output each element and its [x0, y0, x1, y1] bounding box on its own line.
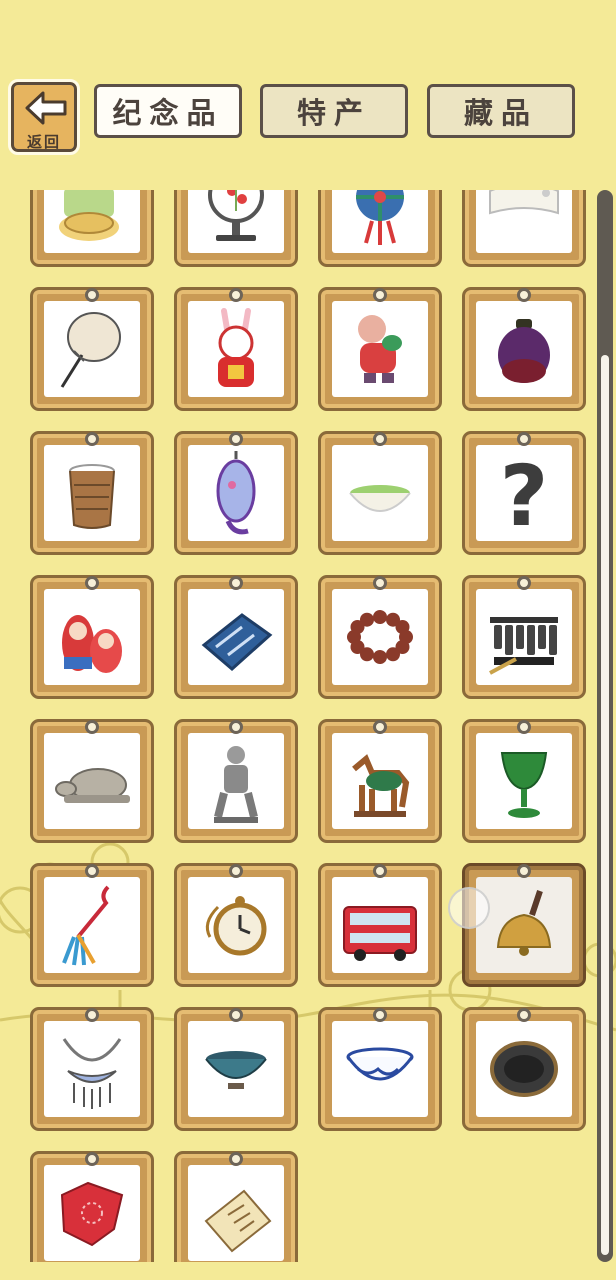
- bamboo-cup-icon: [69, 464, 115, 529]
- item-card[interactable]: [462, 190, 586, 267]
- hanging-ring-icon: [229, 720, 243, 734]
- palm-fan-icon: [60, 312, 121, 388]
- item-card[interactable]: [174, 287, 298, 411]
- tab-souvenirs[interactable]: 纪念品: [94, 84, 242, 138]
- hanging-ring-icon: [229, 432, 243, 446]
- item-card[interactable]: [318, 863, 442, 987]
- item-card[interactable]: [30, 863, 154, 987]
- scrollbar[interactable]: [597, 190, 613, 1262]
- hanging-ring-icon: [85, 1008, 99, 1022]
- hanging-ring-icon: [373, 432, 387, 446]
- pocket-watch-icon: [205, 896, 267, 956]
- red-handkerchief-icon: [60, 1181, 124, 1247]
- item-card[interactable]: [318, 287, 442, 411]
- hanging-ring-icon: [229, 1008, 243, 1022]
- hanging-ring-icon: [517, 864, 531, 878]
- prayer-beads-icon: [347, 610, 413, 664]
- folded-cloth-icon: [489, 190, 559, 215]
- matcha-bowl-icon: [349, 485, 411, 512]
- tab-specialties[interactable]: 特产: [260, 84, 408, 138]
- item-card[interactable]: [30, 1151, 154, 1262]
- item-card[interactable]: [462, 287, 586, 411]
- double-decker-bus-icon: [343, 906, 417, 961]
- item-card[interactable]: [174, 431, 298, 555]
- hanging-ring-icon: [373, 288, 387, 302]
- hanging-ring-icon: [229, 288, 243, 302]
- item-card[interactable]: [318, 575, 442, 699]
- item-card[interactable]: [30, 287, 154, 411]
- letter-document-icon: [204, 1189, 272, 1253]
- hanging-ring-icon: [517, 1008, 531, 1022]
- silver-necklace-icon: [62, 1038, 122, 1109]
- item-card[interactable]: [30, 575, 154, 699]
- tang-horse-icon: [352, 754, 410, 817]
- matryoshka-dolls-icon: [62, 615, 122, 673]
- item-card[interactable]: [174, 863, 298, 987]
- item-card[interactable]: [30, 1007, 154, 1131]
- item-card[interactable]: [174, 1151, 298, 1262]
- item-card[interactable]: [462, 575, 586, 699]
- hanging-ring-icon: [373, 864, 387, 878]
- hanging-ring-icon: [229, 864, 243, 878]
- hanging-ring-icon: [517, 576, 531, 590]
- item-grid[interactable]: ?: [0, 190, 596, 1262]
- scrollbar-thumb[interactable]: [601, 355, 609, 1255]
- hydrangea-ball-icon: [356, 190, 404, 245]
- hanging-ring-icon: [85, 720, 99, 734]
- chime-bells-icon: [489, 617, 558, 675]
- bronze-bell-icon: [496, 890, 552, 956]
- blue-cloth-icon: [201, 613, 273, 671]
- hanging-ring-icon: [517, 288, 531, 302]
- tea-bowl-icon: [205, 1051, 267, 1089]
- mooncake-icon: [59, 190, 119, 241]
- item-card[interactable]: [462, 719, 586, 843]
- ink-stone-icon: [490, 1041, 558, 1097]
- porcelain-jar-icon: [498, 319, 550, 383]
- tassel-knot-icon: [62, 885, 110, 966]
- hanging-ring-icon: [229, 576, 243, 590]
- hanging-ring-icon: [85, 1152, 99, 1166]
- item-card[interactable]: [30, 431, 154, 555]
- item-card[interactable]: [318, 1007, 442, 1131]
- touch-indicator: [448, 887, 490, 929]
- cloisonne-vase-icon: [216, 451, 256, 535]
- item-card[interactable]: [30, 719, 154, 843]
- item-card[interactable]: [318, 190, 442, 267]
- embroidery-screen-icon: [208, 190, 264, 241]
- item-card[interactable]: [318, 719, 442, 843]
- terracotta-warrior-icon: [214, 746, 258, 823]
- item-card[interactable]: [174, 190, 298, 267]
- rabbit-god-figure-icon: [218, 308, 254, 387]
- question-mark-icon: ?: [500, 447, 549, 541]
- blue-white-bowl-icon: [346, 1047, 414, 1081]
- hanging-ring-icon: [373, 576, 387, 590]
- back-button[interactable]: 返回: [8, 79, 80, 155]
- hanging-ring-icon: [517, 432, 531, 446]
- stone-turtle-icon: [55, 768, 130, 803]
- jade-cup-icon: [500, 752, 548, 818]
- hanging-ring-icon: [373, 1008, 387, 1022]
- hanging-ring-icon: [373, 720, 387, 734]
- item-card[interactable]: [30, 190, 154, 267]
- item-card[interactable]: [174, 575, 298, 699]
- back-label: 返回: [26, 133, 61, 151]
- clay-doll-figure-icon: [358, 315, 402, 383]
- item-card[interactable]: [462, 1007, 586, 1131]
- tab-collectibles[interactable]: 藏品: [427, 84, 575, 138]
- hanging-ring-icon: [229, 1152, 243, 1166]
- item-card[interactable]: [318, 431, 442, 555]
- item-card[interactable]: [174, 719, 298, 843]
- item-card[interactable]: ?: [462, 431, 586, 555]
- hanging-ring-icon: [85, 864, 99, 878]
- svg-text:?: ?: [500, 447, 549, 541]
- hanging-ring-icon: [85, 576, 99, 590]
- back-arrow-icon: [25, 91, 67, 125]
- item-card[interactable]: [174, 1007, 298, 1131]
- hanging-ring-icon: [517, 720, 531, 734]
- hanging-ring-icon: [85, 432, 99, 446]
- hanging-ring-icon: [85, 288, 99, 302]
